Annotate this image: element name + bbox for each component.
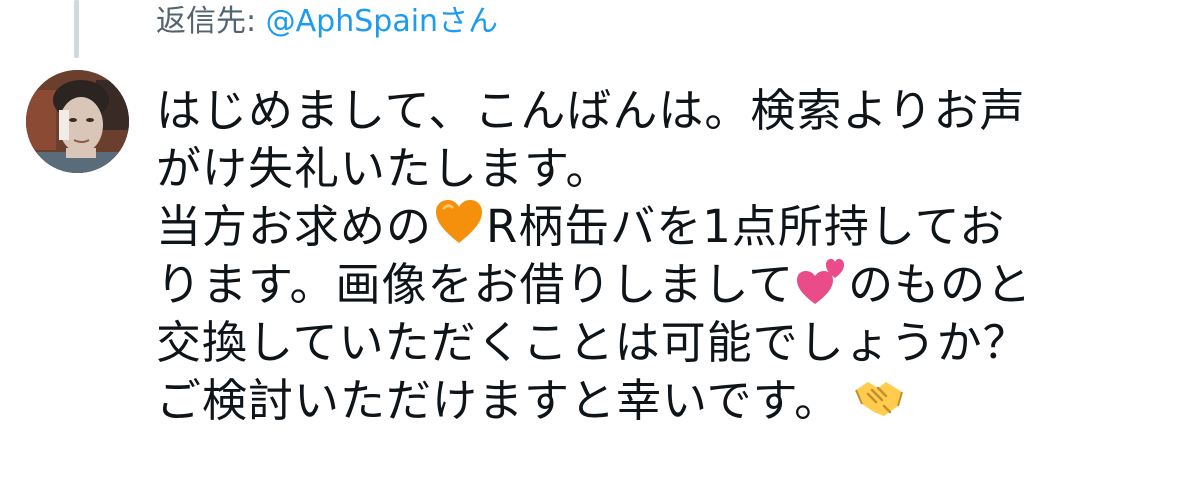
tweet-line-text: 交換していただくことは可能でしょうか？	[156, 316, 1029, 369]
tweet-line-text: ご検討いただけますと幸いです。	[156, 374, 841, 427]
tweet-line: ご検討いただけますと幸いです。	[156, 372, 1166, 430]
tweet-line: ります。画像をお借りしまして のものと	[156, 256, 1166, 314]
tweet-line: 交換していただくことは可能でしょうか？	[156, 314, 1166, 372]
replying-to-label: 返信先:	[156, 4, 266, 39]
tweet-line-text: ります。画像をお借りしまして	[156, 258, 795, 311]
replying-to-handle-link[interactable]: @AphSpain	[266, 4, 438, 39]
user-avatar[interactable]	[26, 70, 129, 173]
tweet-line-text: がけ失礼いたします。	[156, 142, 612, 195]
replying-to: 返信先: @AphSpainさん	[156, 4, 498, 40]
tweet-line-text: R柄缶バを1点所持してお	[486, 200, 1006, 253]
tweet-line: はじめまして、こんばんは。検索よりお声	[156, 82, 1166, 140]
tweet-line-text: はじめまして、こんばんは。検索よりお声	[156, 84, 1026, 137]
tweet-text: はじめまして、こんばんは。検索よりお声 がけ失礼いたします。 当方お求めの R柄缶…	[156, 82, 1166, 430]
thread-connector-line	[74, 0, 79, 58]
tweet-line-text: のものと	[848, 258, 1033, 311]
orange-heart-icon	[434, 198, 484, 248]
two-hearts-icon	[796, 256, 846, 306]
handshake-icon	[854, 372, 904, 422]
tweet-line: 当方お求めの R柄缶バを1点所持してお	[156, 198, 1166, 256]
tweet-line-text: 当方お求めの	[156, 200, 433, 253]
replying-to-suffix: さん	[438, 4, 499, 39]
tweet-line: がけ失礼いたします。	[156, 140, 1166, 198]
